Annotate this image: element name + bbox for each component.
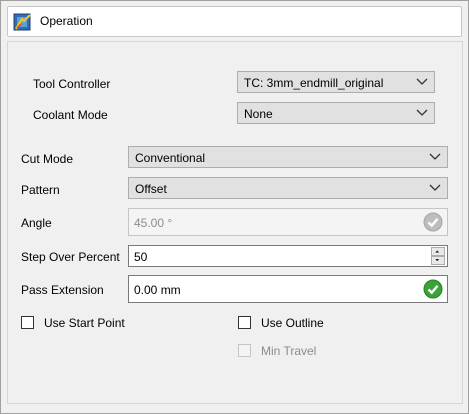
min-travel-checkbox <box>238 344 251 357</box>
arrow-up-icon <box>435 250 440 253</box>
use-start-point-label: Use Start Point <box>44 316 125 330</box>
angle-field: 45.00 ° <box>128 208 448 236</box>
operation-header[interactable]: Operation <box>7 6 462 37</box>
pass-extension-label: Pass Extension <box>21 283 104 297</box>
pattern-value: Offset <box>135 182 167 196</box>
tool-controller-value: TC: 3mm_endmill_original <box>244 76 384 90</box>
use-outline-label: Use Outline <box>261 316 324 330</box>
chevron-down-icon <box>429 153 441 160</box>
min-travel-label: Min Travel <box>261 344 317 358</box>
use-outline-checkbox[interactable] <box>238 316 251 329</box>
cut-mode-value: Conventional <box>135 151 206 165</box>
task-panel: Operation Tool Controller TC: 3mm_endmil… <box>0 0 469 414</box>
pass-extension-field[interactable]: 0.00 mm <box>128 275 448 303</box>
operation-icon <box>13 13 31 31</box>
chevron-down-icon <box>416 78 428 85</box>
cut-mode-select[interactable]: Conventional <box>128 146 448 168</box>
spinbox-buttons <box>431 247 445 265</box>
tool-controller-label: Tool Controller <box>33 77 111 91</box>
pattern-label: Pattern <box>21 183 60 197</box>
step-over-value: 50 <box>134 250 148 264</box>
chevron-down-icon <box>416 109 428 116</box>
spin-up-button[interactable] <box>431 247 445 256</box>
tool-controller-select[interactable]: TC: 3mm_endmill_original <box>237 71 435 93</box>
valid-check-icon-disabled <box>423 212 443 232</box>
coolant-mode-select[interactable]: None <box>237 102 435 124</box>
angle-label: Angle <box>21 216 52 230</box>
header-title: Operation <box>40 14 93 28</box>
spin-down-button[interactable] <box>431 256 445 265</box>
arrow-down-icon <box>435 258 440 262</box>
cut-mode-label: Cut Mode <box>21 152 74 166</box>
coolant-mode-value: None <box>244 107 273 121</box>
pattern-select[interactable]: Offset <box>128 177 448 199</box>
operation-panel: Tool Controller TC: 3mm_endmill_original… <box>7 41 463 404</box>
step-over-spinbox[interactable]: 50 <box>128 245 448 267</box>
chevron-down-icon <box>429 184 441 191</box>
pass-extension-value: 0.00 mm <box>134 283 181 297</box>
step-over-label: Step Over Percent <box>21 250 120 264</box>
valid-check-icon <box>423 279 443 299</box>
coolant-mode-label: Coolant Mode <box>33 108 108 122</box>
angle-value: 45.00 ° <box>134 216 173 230</box>
use-start-point-checkbox[interactable] <box>21 316 34 329</box>
